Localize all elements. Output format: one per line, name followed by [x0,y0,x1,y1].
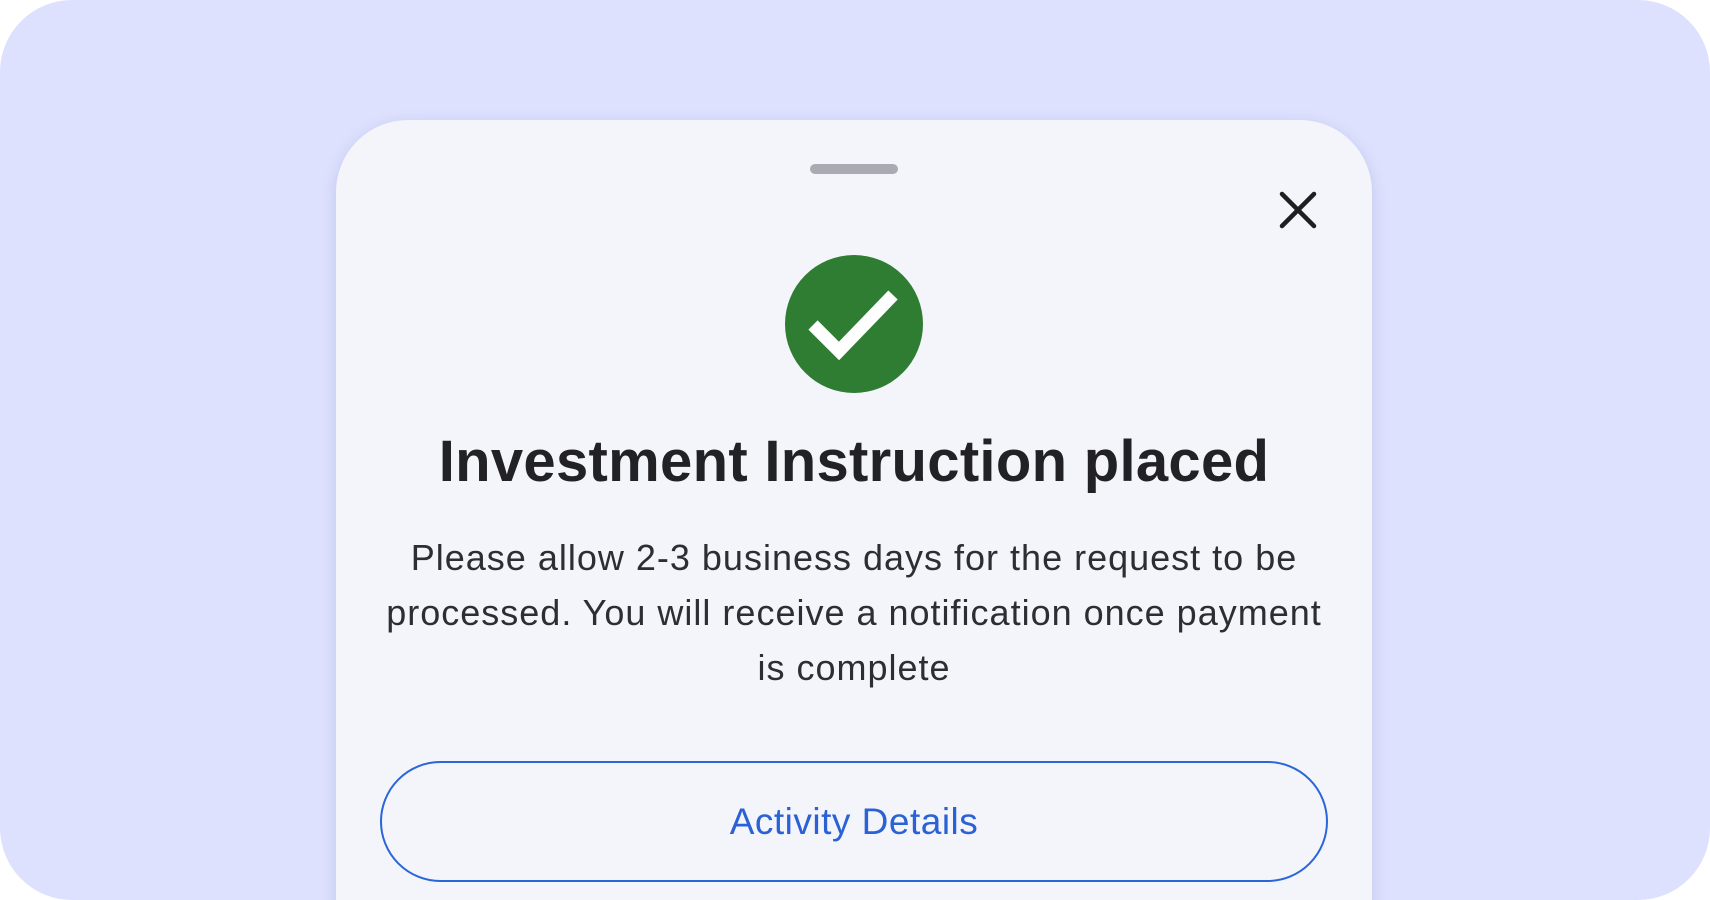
confirmation-message: Please allow 2-3 business days for the r… [386,537,1322,688]
bottom-sheet-modal: Investment Instruction placed Please all… [336,120,1372,900]
close-button[interactable] [1268,180,1328,240]
activity-details-button[interactable]: Activity Details [380,761,1328,882]
close-icon [1279,191,1317,229]
drag-handle[interactable] [810,164,898,174]
app-background: Investment Instruction placed Please all… [0,0,1710,900]
check-circle-icon [785,255,923,393]
confirmation-title: Investment Instruction placed [438,429,1270,494]
